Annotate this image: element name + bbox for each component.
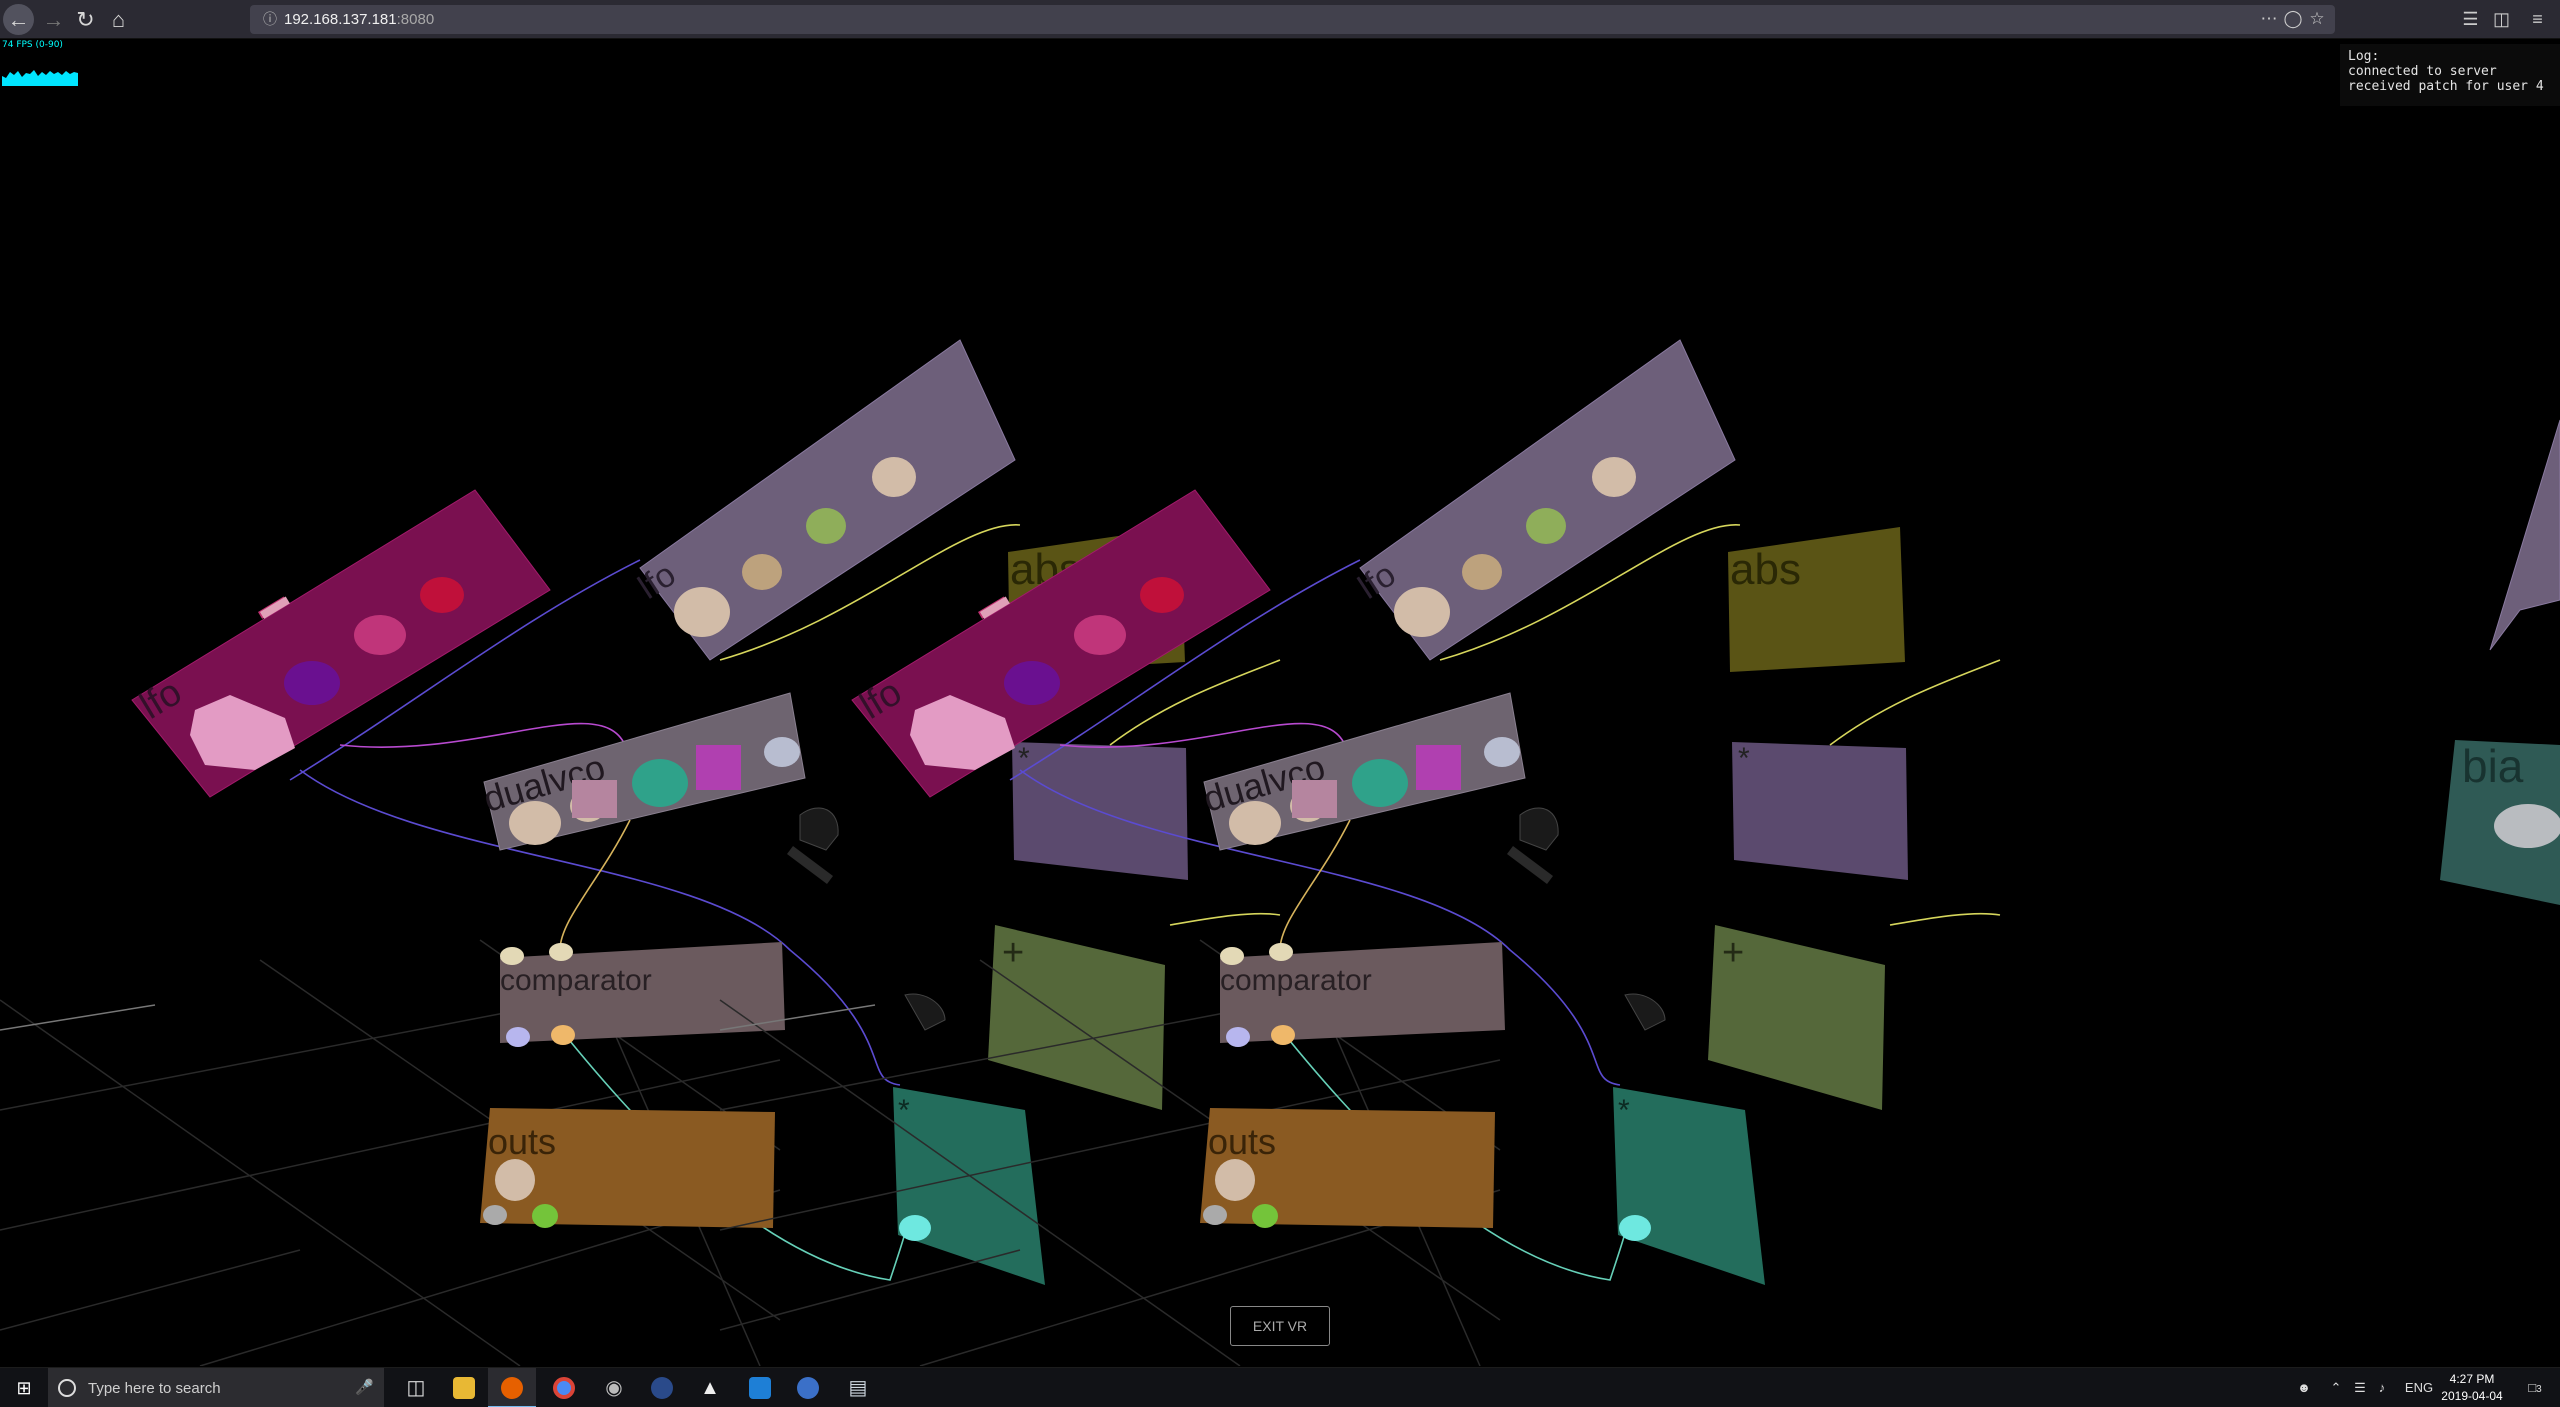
- info-icon[interactable]: ⓘ: [260, 9, 280, 29]
- log-line: connected to server: [2348, 64, 2497, 79]
- bias-module-label: bia: [2462, 740, 2524, 792]
- reload-icon[interactable]: ↻: [70, 4, 101, 35]
- vr-scene-canvas[interactable]: lfo lfo abs: [0, 40, 2560, 1366]
- fps-label: 74 FPS (0-90): [2, 40, 63, 50]
- app-icon[interactable]: ◉: [590, 1368, 638, 1407]
- taskbar-search-box[interactable]: Type here to search 🎤: [48, 1368, 384, 1407]
- exit-vr-button[interactable]: EXIT VR: [1230, 1306, 1330, 1346]
- clock-time: 4:27 PM: [2449, 1372, 2495, 1386]
- network-icon[interactable]: ☰: [2350, 1368, 2370, 1407]
- people-icon[interactable]: ☻: [2290, 1368, 2318, 1407]
- hamburger-menu-icon[interactable]: ≡: [2522, 4, 2553, 35]
- file-explorer-icon[interactable]: [440, 1368, 488, 1407]
- bookmark-star-icon[interactable]: ☆: [2305, 7, 2329, 31]
- back-arrow-icon[interactable]: ←: [3, 4, 34, 35]
- pocket-icon[interactable]: ◯: [2281, 7, 2305, 31]
- taskbar-clock[interactable]: 4:27 PM 2019-04-04: [2432, 1371, 2512, 1405]
- address-bar[interactable]: ⓘ 192.168.137.181:8080 ⋯ ◯ ☆: [250, 5, 2335, 34]
- windows-taskbar: ⊞ Type here to search 🎤 ◫ ◉ ▲ ▤ ☻ ⌃ ☰ ♪ …: [0, 1367, 2560, 1407]
- app-icon[interactable]: ▲: [686, 1368, 734, 1407]
- log-title: Log:: [2348, 49, 2380, 64]
- fps-graph: [2, 70, 78, 86]
- url-host: 192.168.137.181: [284, 11, 397, 28]
- vscode-icon[interactable]: [736, 1368, 784, 1407]
- firefox-icon[interactable]: [488, 1368, 536, 1407]
- forward-arrow-icon[interactable]: →: [38, 4, 69, 35]
- fps-stats-panel: 74 FPS (0-90): [2, 40, 78, 86]
- volume-icon[interactable]: ♪: [2372, 1368, 2392, 1407]
- bias-module[interactable]: bia: [2440, 740, 2560, 905]
- app-icon[interactable]: [638, 1368, 686, 1407]
- chevron-up-icon[interactable]: ⌃: [2326, 1368, 2346, 1407]
- more-icon[interactable]: ⋯: [2257, 7, 2281, 31]
- windows-start-icon[interactable]: ⊞: [0, 1368, 48, 1407]
- sidebar-icon[interactable]: ◫: [2486, 4, 2517, 35]
- language-indicator[interactable]: ENG: [2404, 1368, 2434, 1407]
- home-icon[interactable]: ⌂: [103, 4, 134, 35]
- task-view-icon[interactable]: ◫: [392, 1368, 440, 1407]
- notification-icon[interactable]: □3: [2515, 1368, 2555, 1407]
- clock-date: 2019-04-04: [2441, 1389, 2503, 1403]
- library-icon[interactable]: ☰: [2455, 4, 2486, 35]
- settings-icon[interactable]: [784, 1368, 832, 1407]
- app-icon[interactable]: ▤: [834, 1368, 882, 1407]
- log-line: received patch for user 4: [2348, 79, 2544, 94]
- microphone-icon[interactable]: 🎤: [355, 1378, 374, 1396]
- cortana-icon: [58, 1379, 76, 1397]
- left-eye-view: [0, 340, 1280, 1366]
- search-placeholder: Type here to search: [88, 1380, 221, 1397]
- notification-count: 3: [2536, 1384, 2542, 1395]
- lfo-module-edge[interactable]: [2489, 419, 2560, 651]
- browser-toolbar: ← → ↻ ⌂ ⓘ 192.168.137.181:8080 ⋯ ◯ ☆ ☰ ◫…: [0, 0, 2560, 39]
- url-port: :8080: [396, 11, 435, 28]
- chrome-icon[interactable]: [540, 1368, 588, 1407]
- url-text[interactable]: 192.168.137.181:8080: [284, 11, 434, 28]
- log-panel: Log: connected to server received patch …: [2340, 44, 2560, 106]
